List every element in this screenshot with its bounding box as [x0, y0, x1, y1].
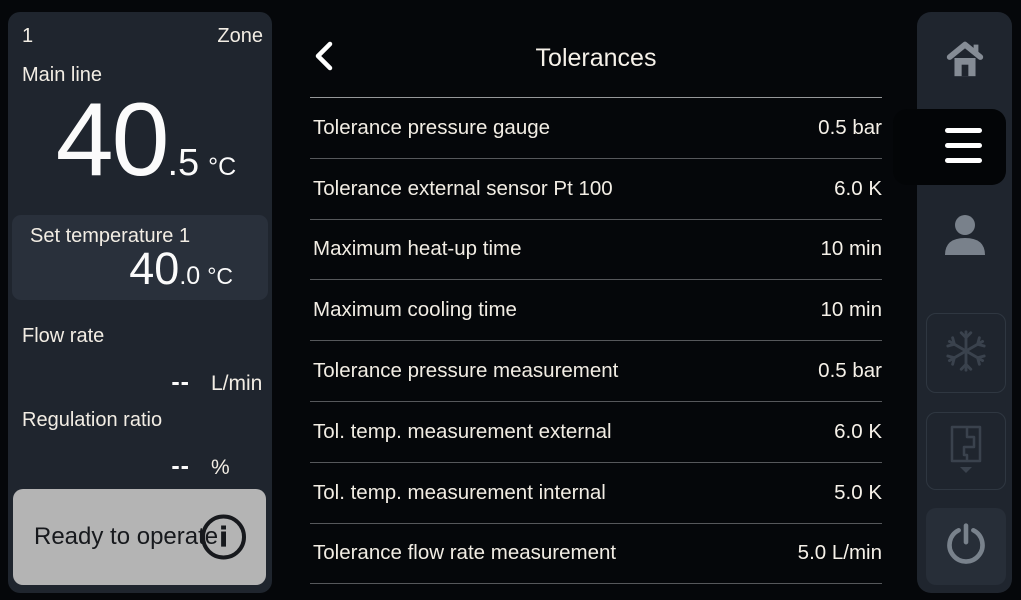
table-row[interactable]: Tolerance external sensor Pt 100 6.0 K	[310, 159, 882, 220]
power-button[interactable]	[926, 508, 1006, 585]
zone-label: Zone	[217, 25, 263, 48]
flow-rate-unit: L/min	[211, 372, 262, 396]
regulation-ratio-unit: %	[211, 456, 230, 480]
flow-rate-label: Flow rate	[22, 325, 104, 348]
cooling-mode-button[interactable]	[926, 313, 1006, 393]
actual-temperature-display: 40 .5 °C	[8, 88, 272, 192]
table-row[interactable]: Tol. temp. measurement internal 5.0 K	[310, 463, 882, 524]
row-label: Maximum cooling time	[310, 298, 517, 322]
row-value: 10 min	[820, 237, 882, 261]
info-icon[interactable]: i	[201, 515, 246, 560]
actual-temp-fraction: .5	[167, 142, 199, 185]
row-value: 0.5 bar	[818, 359, 882, 383]
regulation-ratio-value: --	[8, 452, 190, 481]
table-row[interactable]: Maximum cooling time 10 min	[310, 280, 882, 341]
zone-status-panel: 1 Zone Main line 40 .5 °C Set temperatur…	[8, 12, 272, 593]
row-value: 6.0 K	[834, 420, 882, 444]
menu-icon[interactable]	[945, 128, 982, 163]
row-label: Maximum heat-up time	[310, 237, 521, 261]
set-temperature-card[interactable]: Set temperature 1 40 .0 °C	[12, 215, 268, 300]
set-temp-integer: 40	[129, 246, 179, 291]
row-value: 0.5 bar	[818, 116, 882, 140]
mold-icon	[942, 424, 990, 479]
user-icon	[941, 213, 989, 262]
actual-temp-unit: °C	[208, 153, 236, 182]
zone-header: 1 Zone	[22, 25, 263, 48]
status-badge: Ready to operate i	[13, 489, 266, 585]
row-value: 5.0 K	[834, 481, 882, 505]
power-icon	[944, 522, 988, 571]
flow-rate-value: --	[8, 368, 190, 397]
mold-purge-button[interactable]	[926, 412, 1006, 490]
table-row[interactable]: Tol. temp. measurement external 6.0 K	[310, 402, 882, 463]
set-temperature-value: 40 .0 °C	[129, 246, 233, 291]
status-text: Ready to operate	[34, 523, 218, 551]
menu-bar	[945, 128, 982, 133]
row-value: 5.0 L/min	[798, 541, 882, 565]
regulation-ratio-row: -- %	[8, 452, 272, 481]
nav-item-home[interactable]	[917, 12, 1012, 108]
table-row[interactable]: Tolerance pressure measurement 0.5 bar	[310, 341, 882, 402]
menu-bar	[945, 143, 982, 148]
zone-number: 1	[22, 25, 33, 48]
flow-rate-row: -- L/min	[8, 368, 272, 397]
regulation-ratio-label: Regulation ratio	[22, 409, 162, 432]
tolerances-table: Tolerance pressure gauge 0.5 bar Toleran…	[310, 98, 882, 584]
row-label: Tol. temp. measurement internal	[310, 481, 606, 505]
snowflake-icon	[943, 328, 989, 379]
row-label: Tolerance pressure measurement	[310, 359, 618, 383]
actual-temp-integer: 40	[56, 88, 168, 192]
row-value: 6.0 K	[834, 177, 882, 201]
row-label: Tol. temp. measurement external	[310, 420, 612, 444]
set-temp-fraction: .0	[179, 262, 200, 291]
row-label: Tolerance flow rate measurement	[310, 541, 616, 565]
menu-bar	[945, 158, 982, 163]
table-row[interactable]: Tolerance flow rate measurement 5.0 L/mi…	[310, 524, 882, 585]
nav-item-user[interactable]	[917, 186, 1012, 288]
row-label: Tolerance pressure gauge	[310, 116, 550, 140]
set-temp-unit: °C	[207, 263, 233, 290]
table-row[interactable]: Tolerance pressure gauge 0.5 bar	[310, 98, 882, 159]
table-row[interactable]: Maximum heat-up time 10 min	[310, 220, 882, 281]
row-value: 10 min	[820, 298, 882, 322]
page-title: Tolerances	[310, 44, 882, 73]
row-label: Tolerance external sensor Pt 100	[310, 177, 613, 201]
home-icon	[942, 36, 988, 85]
